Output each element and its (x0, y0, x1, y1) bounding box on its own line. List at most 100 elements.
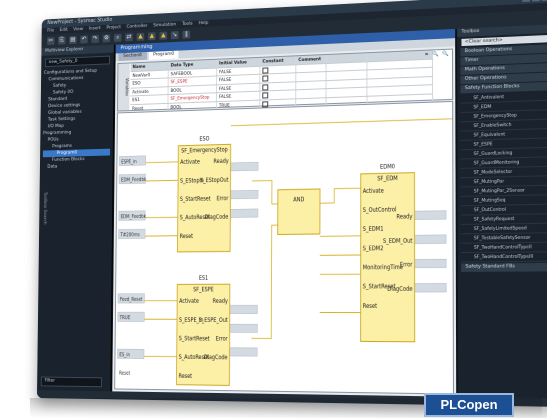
pin-label: Activate (363, 188, 384, 195)
block-instance-label: EDM0 (380, 164, 395, 171)
block-type-label: SF_EmergencyStop (181, 147, 228, 155)
output-box[interactable] (415, 259, 447, 268)
variable-grid: Name Data Type Initial Value Constant Co… (130, 50, 434, 114)
multiview-explorer: Multiview Explorer new_Safety_0 Configur… (37, 44, 115, 392)
undo-icon[interactable]: ↶ (80, 35, 88, 44)
output-box[interactable] (230, 324, 258, 332)
pin-label: DiagCode (387, 286, 412, 293)
block-type-label: AND (293, 197, 304, 204)
online-icon[interactable]: ⇄ (125, 33, 133, 42)
minimize-button[interactable] (522, 0, 530, 2)
wire (231, 119, 452, 126)
pin-label: S_StartReset (179, 336, 210, 343)
pin-label: Activate (179, 299, 199, 306)
project-tree: Configurations and Setup Communications … (40, 67, 114, 171)
output-box[interactable] (415, 283, 447, 292)
cut-icon[interactable]: ✂ (47, 37, 55, 46)
pin-label: Reset (363, 303, 377, 310)
pin-label: Ready (214, 159, 229, 166)
block-instance-label: ESO (199, 136, 209, 143)
programming-editor: Programming Section0 Program0 Variables … (112, 28, 457, 397)
monitor-screen: NewProject - Sysmac Studio File Edit Vie… (36, 0, 547, 407)
var-name[interactable]: ESO (130, 78, 169, 88)
step-icon[interactable]: ↘ (170, 31, 179, 40)
pin-label: Error (400, 262, 414, 269)
tree-item[interactable]: Data (43, 162, 110, 170)
col-constant: Constant (260, 56, 297, 66)
plcopen-logo: PLCopen (424, 393, 514, 417)
pin-label: Reset (179, 373, 193, 380)
input-var-label: EDM_Feedbk (121, 213, 147, 220)
output-box[interactable] (230, 305, 258, 313)
input-var-label: ES_in (119, 352, 130, 359)
constant-checkbox[interactable] (262, 100, 269, 107)
zoom-tools[interactable]: ⌗ 🔍 🔍 (425, 51, 450, 58)
copy-icon[interactable]: ⎘ (58, 36, 66, 45)
wire (320, 236, 361, 313)
device-select[interactable]: new_Safety_0 (44, 55, 111, 68)
tab-program0[interactable]: Program0 (148, 50, 179, 60)
pin-label: DiagCode (204, 355, 228, 362)
constant-checkbox[interactable] (262, 75, 269, 82)
simulate-icon[interactable]: ▲ (159, 31, 168, 40)
transfer-icon[interactable]: ▲ (147, 32, 156, 41)
pin-label: MonitoringTime (363, 265, 403, 272)
pin-label: S_EStopOut (200, 177, 228, 184)
input-var-label: Feed_Reset (120, 296, 143, 303)
output-box[interactable] (230, 189, 258, 200)
pin-label: Activate (180, 159, 200, 166)
pin-label: S_EDM_Out (383, 238, 413, 245)
search-icon[interactable]: ⌕ (113, 33, 122, 42)
var-name[interactable]: ES1 (130, 95, 169, 104)
variables-label: Variables (117, 63, 130, 111)
output-box[interactable] (415, 211, 447, 220)
block-instance-label: ES1 (199, 275, 208, 282)
input-var-label: TRUE (119, 315, 131, 322)
pin-label: Ready (213, 299, 228, 306)
input-var-label: EDM_Feedbk (121, 177, 147, 184)
toolbox-item[interactable]: SF_TwoHandControlTypeIII (461, 252, 547, 263)
fbd-diagram[interactable]: ESO SF_EmergencyStop AND EDM0 SF_EDM ES1… (114, 100, 455, 395)
pin-label: S_StartReset (180, 196, 211, 203)
pin-label: S_OutControl (363, 207, 397, 214)
maximize-button[interactable] (532, 0, 540, 2)
var-name[interactable]: Activate (130, 86, 169, 96)
input-var-label: ESPE_in (121, 159, 137, 166)
output-box[interactable] (230, 161, 259, 172)
block-type-label: SF_EDM (377, 176, 398, 183)
input-var-label: Reset (119, 370, 130, 377)
fbd-canvas: ESO SF_EmergencyStop AND EDM0 SF_EDM ES1… (115, 102, 453, 387)
wire (145, 162, 178, 236)
output-box[interactable] (230, 209, 258, 218)
run-icon[interactable]: ▲ (136, 32, 145, 41)
constant-checkbox[interactable] (262, 66, 269, 74)
input-var-label: T#200ms (120, 232, 141, 239)
output-box[interactable] (415, 235, 447, 244)
constant-checkbox[interactable] (262, 83, 269, 91)
toolbox-section-footer[interactable]: Safety Standard FBs (461, 262, 547, 272)
pin-label: DiagCode (205, 214, 229, 221)
paste-icon[interactable]: ▤ (69, 36, 77, 45)
wire (251, 225, 277, 338)
close-button[interactable] (541, 0, 547, 2)
pin-label: S_ESPE_Out (199, 317, 228, 324)
wire (144, 301, 177, 357)
block-type-label: SF_ESPE (193, 287, 213, 294)
toolbox-pane: Toolbox <Clear search> Boolean Operation… (457, 24, 547, 399)
block-edm0[interactable] (361, 173, 415, 342)
toolbox-list: SF_Antivalent SF_EDM SF_EmergencyStop SF… (457, 91, 547, 263)
toolbox-search-label: Toolbox Search (41, 191, 48, 225)
output-box[interactable] (230, 348, 258, 356)
tab-section0[interactable]: Section0 (118, 52, 147, 62)
pause-icon[interactable]: ∥ (182, 30, 191, 39)
filter-input[interactable]: Filter (40, 376, 102, 388)
pin-label: Ready (396, 214, 412, 221)
constant-checkbox[interactable] (262, 92, 269, 99)
build-icon[interactable]: ⚙ (102, 34, 111, 43)
redo-icon[interactable]: ↷ (91, 34, 99, 43)
pin-label: Error (217, 196, 230, 203)
pin-label: Error (216, 336, 229, 343)
pin-label: Reset (180, 233, 193, 240)
pin-label: S_EDM1 (363, 226, 384, 233)
input-variable-labels: ESPE_in EDM_Feedbk EDM_Feedbk T#200ms Fe… (119, 159, 147, 377)
